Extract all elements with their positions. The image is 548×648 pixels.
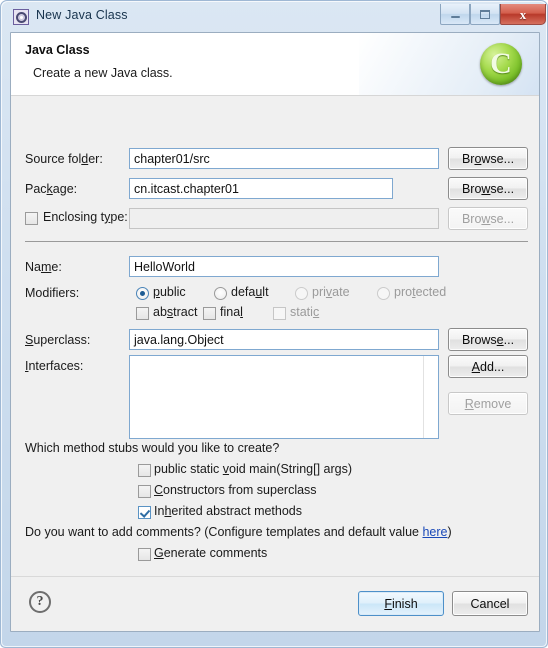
generate-comments-label: Generate comments — [154, 546, 268, 560]
modifier-radio-public[interactable] — [136, 287, 149, 300]
stub-label-inherited: Inherited abstract methods — [154, 504, 303, 518]
modifier-radio-default[interactable] — [214, 287, 227, 300]
dialog-footer: ? Finish Cancel — [11, 576, 539, 631]
modifiers-label: Modifiers: — [25, 286, 80, 300]
stub-checkbox-main[interactable] — [138, 464, 151, 477]
banner-title: Java Class — [25, 43, 90, 57]
modifier-label-protected: protected — [394, 285, 447, 299]
dialog-window: New Java Class x Java Class Create a new… — [0, 0, 548, 648]
wizard-banner: Java Class Create a new Java class. C — [11, 33, 539, 96]
modifier-label-public: public — [153, 285, 186, 299]
source-folder-label: Source folder: — [25, 152, 103, 166]
modifier-radio-protected[interactable] — [377, 287, 390, 300]
window-title: New Java Class — [36, 8, 128, 22]
stub-label-constructors: Constructors from superclass — [154, 483, 317, 497]
modifier-radio-private[interactable] — [295, 287, 308, 300]
modifier-checkbox-abstract[interactable] — [136, 307, 149, 320]
stub-checkbox-inherited[interactable] — [138, 506, 151, 519]
configure-templates-link[interactable]: here — [422, 525, 447, 539]
modifier-label-abstract: abstract — [153, 305, 198, 319]
generate-comments-checkbox[interactable] — [138, 548, 151, 561]
dialog-body: Java Class Create a new Java class. C So… — [10, 32, 540, 632]
cancel-button[interactable]: Cancel — [452, 591, 528, 616]
close-icon: x — [519, 6, 527, 22]
interfaces-add-button[interactable]: Add... — [448, 355, 528, 378]
form-area: Source folder: chapter01/src Br o wse... P… — [11, 96, 539, 606]
finish-button[interactable]: Finish — [358, 591, 444, 616]
enclosing-type-input[interactable] — [129, 208, 439, 229]
enclosing-type-label: Enclosing type: — [43, 210, 128, 224]
name-input[interactable]: HelloWorld — [129, 256, 439, 277]
comments-question: Do you want to add comments? (Configure … — [25, 525, 452, 539]
close-button[interactable]: x — [500, 4, 546, 25]
source-folder-input[interactable]: chapter01/src — [129, 148, 439, 169]
minimize-icon — [450, 16, 460, 18]
banner-icon-letter: C — [490, 47, 512, 80]
minimize-button[interactable] — [440, 4, 470, 25]
gear-icon — [15, 11, 27, 23]
enclosing-type-browse-button[interactable]: Bro w se... — [448, 207, 528, 230]
method-stubs-question: Which method stubs would you like to cre… — [25, 441, 280, 455]
maximize-icon — [480, 9, 490, 19]
interfaces-list[interactable] — [129, 355, 439, 439]
name-label: Name: — [25, 260, 62, 274]
modifier-label-private: private — [312, 285, 350, 299]
interfaces-remove-button[interactable]: Remove — [448, 392, 528, 415]
interfaces-label: Interfaces: — [25, 359, 84, 373]
superclass-input[interactable]: java.lang.Object — [129, 329, 439, 350]
comments-question-prefix: Do you want to add comments? (Configure … — [25, 525, 423, 539]
stub-checkbox-constructors[interactable] — [138, 485, 151, 498]
modifier-label-final: final — [220, 305, 243, 319]
superclass-browse-button[interactable]: Brows e... — [448, 328, 528, 351]
package-input[interactable]: cn.itcast.chapter01 — [129, 178, 393, 199]
enclosing-type-checkbox[interactable] — [25, 212, 38, 225]
stub-label-main: public static void main(String[] args) — [154, 462, 352, 476]
source-folder-browse-button[interactable]: Br o wse... — [448, 147, 528, 170]
package-label: Package: — [25, 182, 78, 196]
interfaces-list-divider — [423, 356, 424, 438]
modifier-label-static: static — [290, 305, 320, 319]
modifier-checkbox-static[interactable] — [273, 307, 286, 320]
superclass-label: Superclass: — [25, 333, 91, 347]
window-icon — [13, 9, 29, 25]
package-browse-button[interactable]: Bro w se... — [448, 177, 528, 200]
modifier-checkbox-final[interactable] — [203, 307, 216, 320]
banner-subtitle: Create a new Java class. — [33, 66, 173, 80]
section-separator — [25, 241, 528, 242]
title-bar: New Java Class x — [2, 2, 548, 31]
java-class-banner-icon: C — [477, 40, 525, 88]
help-button[interactable]: ? — [29, 591, 51, 613]
maximize-button[interactable] — [470, 4, 500, 25]
comments-question-suffix: ) — [447, 525, 452, 539]
modifier-label-default: default — [231, 285, 269, 299]
